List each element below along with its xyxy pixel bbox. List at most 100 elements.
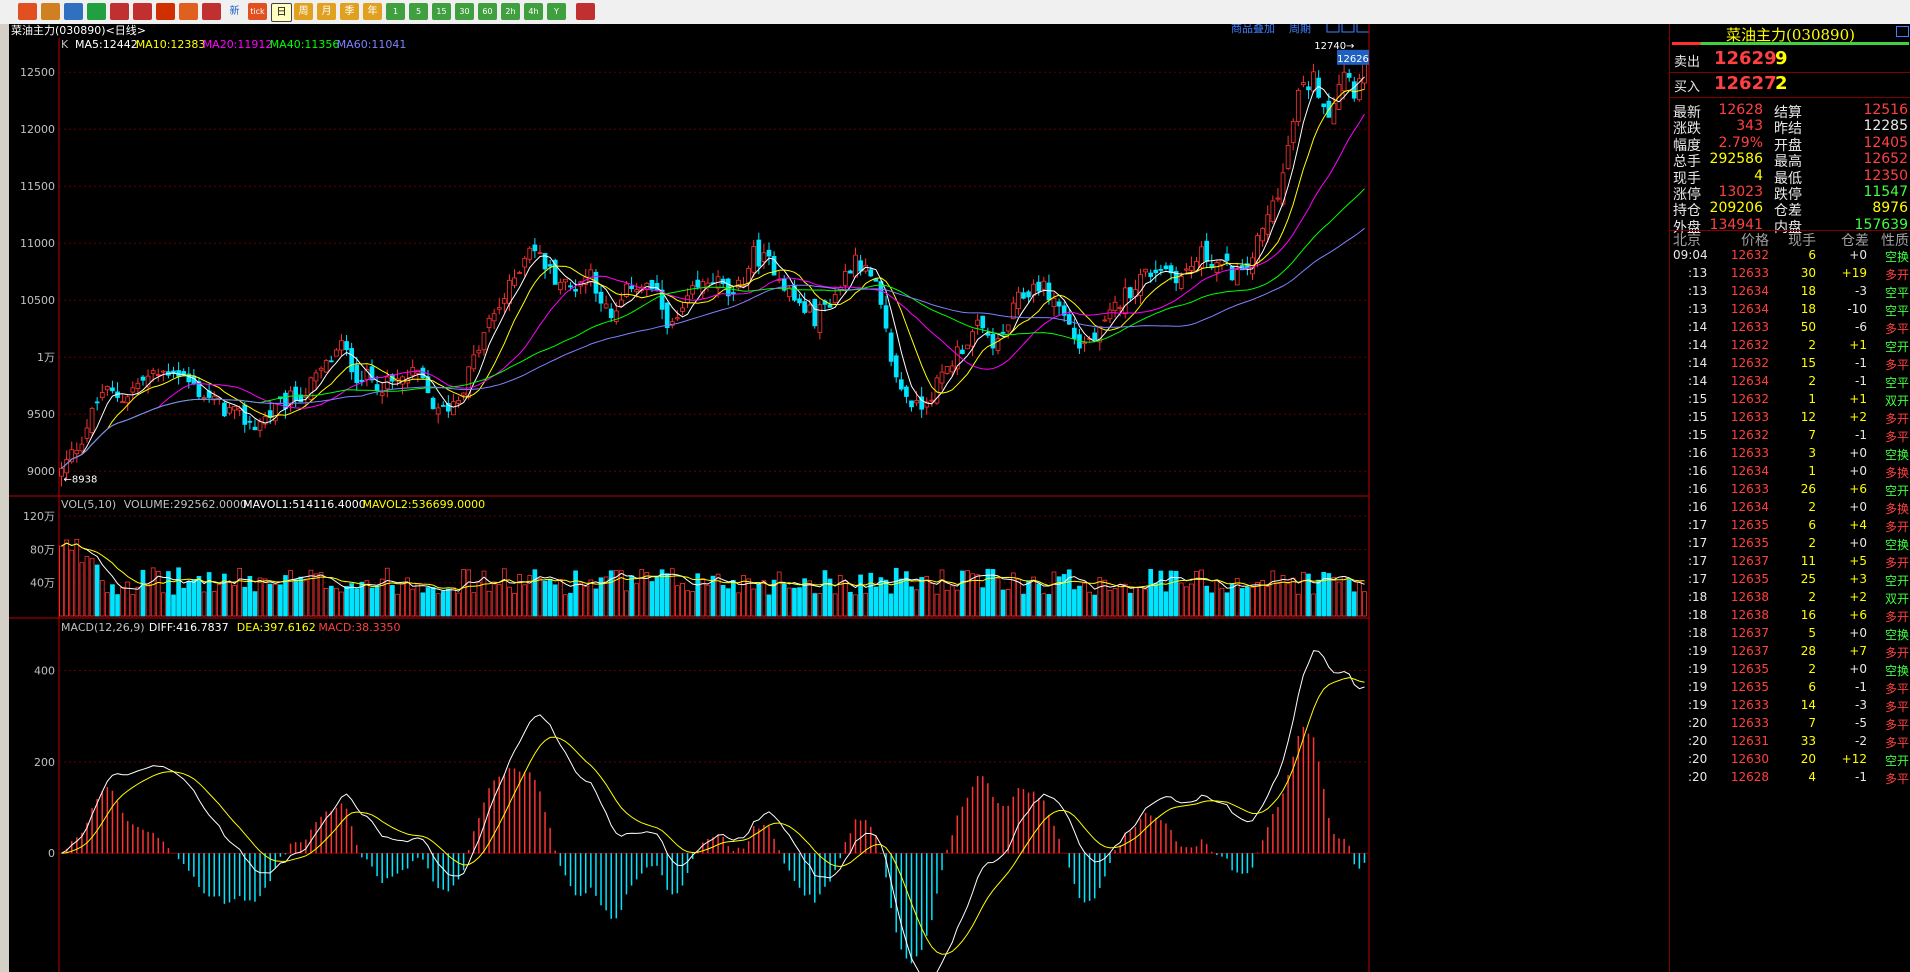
candle-body — [1082, 342, 1087, 345]
candle-body — [435, 407, 441, 415]
tick-time: :15 — [1688, 428, 1708, 442]
period-5-button[interactable]: 5 — [409, 3, 428, 20]
candle-body — [1341, 71, 1347, 92]
macd-tick-label: 200 — [34, 756, 55, 769]
overlay-link[interactable]: 商品叠加 — [1231, 24, 1275, 35]
tick-price: 12633 — [1730, 266, 1769, 280]
signal-icon[interactable] — [202, 3, 221, 20]
tick-type: 多平 — [1884, 700, 1909, 714]
period-周-button[interactable]: 周 — [294, 3, 313, 20]
volume-bar — [797, 587, 802, 617]
volume-bar — [232, 585, 237, 617]
candle-body — [1290, 120, 1296, 143]
volume-bar — [446, 588, 451, 617]
period-link[interactable]: 周期 — [1289, 24, 1311, 35]
tick-oi-change: +0 — [1849, 536, 1867, 550]
volume-bar — [1199, 569, 1204, 617]
period-30-button[interactable]: 30 — [455, 3, 474, 20]
draw-icon[interactable] — [156, 3, 175, 20]
volume-bar — [853, 594, 858, 617]
volume-bar — [848, 591, 853, 617]
tick-time: 09:04 — [1673, 248, 1708, 262]
candle-body — [1107, 309, 1113, 320]
tool-icon[interactable] — [179, 3, 198, 20]
low-price-label: ←8938 — [64, 474, 98, 485]
tick-type: 多平 — [1884, 682, 1909, 696]
candle-body — [1163, 265, 1169, 270]
candle-body — [960, 349, 965, 354]
calendar-icon[interactable] — [576, 3, 595, 20]
volume-bar — [435, 593, 441, 617]
candle-body — [608, 308, 614, 319]
volume-bar — [690, 591, 695, 617]
candle-body — [461, 392, 466, 396]
candle-body — [201, 397, 207, 399]
period-4h-button[interactable]: 4h — [524, 3, 543, 20]
panel-restore-icon[interactable] — [1896, 26, 1909, 37]
candle-body — [481, 332, 487, 351]
candle-body — [619, 299, 624, 307]
volume-bar — [634, 583, 639, 617]
volume-bar — [69, 549, 75, 617]
volume-bar — [461, 569, 466, 617]
volume-bar — [878, 577, 884, 617]
volume-bar — [578, 582, 584, 617]
tick-row: :14 12634 2 -1 空平 — [1670, 374, 1910, 394]
candle-body — [1153, 269, 1159, 274]
period-2h-button[interactable]: 2h — [501, 3, 520, 20]
candle-body — [893, 355, 899, 378]
candle-body — [293, 386, 298, 402]
period-年-button[interactable]: 年 — [363, 3, 382, 20]
volume-bar — [94, 564, 100, 617]
volume-bar — [1351, 591, 1357, 617]
period-tick-button[interactable]: tick — [248, 3, 267, 20]
volume-bar — [59, 545, 64, 617]
period-季-button[interactable]: 季 — [340, 3, 359, 20]
volume-bar — [216, 584, 222, 617]
volume-bar — [664, 573, 670, 617]
tick-time: :13 — [1688, 266, 1708, 280]
volume-bar — [1239, 588, 1245, 617]
volume-bar — [781, 583, 787, 617]
candle-body — [105, 386, 110, 391]
period-日-button[interactable]: 日 — [271, 3, 292, 22]
tick-row: :13 12633 30 +19 多开 — [1670, 266, 1910, 286]
period-60-button[interactable]: 60 — [478, 3, 497, 20]
volume-bar — [303, 580, 309, 617]
volume-bar — [1153, 582, 1159, 617]
volume-bar — [1000, 589, 1006, 617]
period-新-button[interactable]: 新 — [225, 3, 244, 20]
tick-type: 空开 — [1884, 574, 1909, 588]
period-Y-button[interactable]: Y — [547, 3, 566, 20]
candle-body — [868, 269, 874, 277]
volume-label: VOL(5,10) — [61, 498, 116, 511]
volume-bar — [364, 580, 370, 617]
chart-icon[interactable] — [64, 3, 83, 20]
volume-bar — [1143, 588, 1148, 617]
kline-chart[interactable]: 菜油主力(030890)<日线> 商品叠加 周期 12500 12000 11500 110… — [9, 24, 1669, 972]
candle-body — [1214, 262, 1220, 273]
tick-oi-change: +0 — [1849, 464, 1867, 478]
folder-icon[interactable] — [41, 3, 60, 20]
tick-type: 多开 — [1884, 610, 1909, 624]
volume-bar — [374, 585, 380, 617]
candle-body — [557, 281, 563, 291]
tick-oi-change: -6 — [1855, 320, 1867, 334]
zoom-out-icon[interactable] — [133, 3, 152, 20]
zoom-in-icon[interactable] — [110, 3, 129, 20]
volume-bar — [542, 580, 548, 617]
period-15-button[interactable]: 15 — [432, 3, 451, 20]
candle-body — [1270, 200, 1276, 222]
volume-label: MAVOL2:536699.0000 — [363, 498, 486, 511]
tick-volume: 2 — [1808, 338, 1816, 352]
period-月-button[interactable]: 月 — [317, 3, 336, 20]
refresh-icon[interactable] — [87, 3, 106, 20]
volume-bar — [944, 589, 950, 617]
candle-body — [501, 298, 507, 304]
volume-bar — [125, 581, 131, 617]
volume-bar — [150, 567, 156, 617]
home-icon[interactable] — [18, 3, 37, 20]
candle-body — [1005, 324, 1011, 332]
candle-body — [904, 386, 909, 397]
period-1-button[interactable]: 1 — [386, 3, 405, 20]
